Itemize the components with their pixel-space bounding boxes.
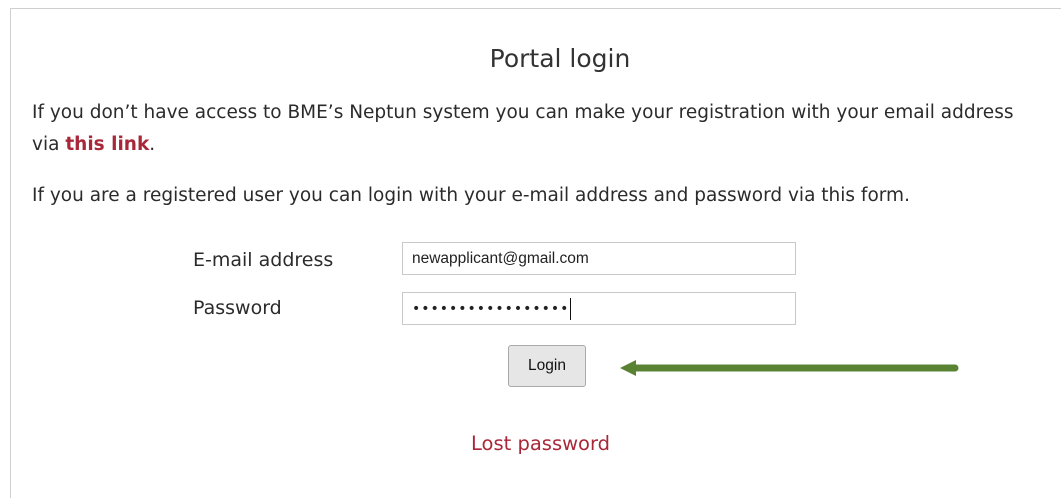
password-field[interactable]: ••••••••••••••••• [402, 292, 796, 325]
registration-info: If you don’t have access to BME’s Neptun… [32, 97, 1042, 161]
email-field[interactable] [402, 242, 796, 275]
email-label: E-mail address [193, 249, 334, 271]
login-button[interactable]: Login [508, 345, 586, 387]
registration-text: If you don’t have access to BME’s Neptun… [32, 102, 1014, 155]
registration-link[interactable]: this link [65, 134, 149, 155]
password-mask: ••••••••••••••••• [412, 300, 570, 317]
lost-password-link[interactable]: Lost password [471, 432, 610, 455]
registration-text-end: . [149, 134, 156, 155]
login-info: If you are a registered user you can log… [32, 185, 910, 206]
text-caret [570, 297, 572, 320]
password-label: Password [193, 297, 282, 319]
page-title: Portal login [489, 44, 631, 73]
arrow-left-icon [620, 360, 959, 376]
